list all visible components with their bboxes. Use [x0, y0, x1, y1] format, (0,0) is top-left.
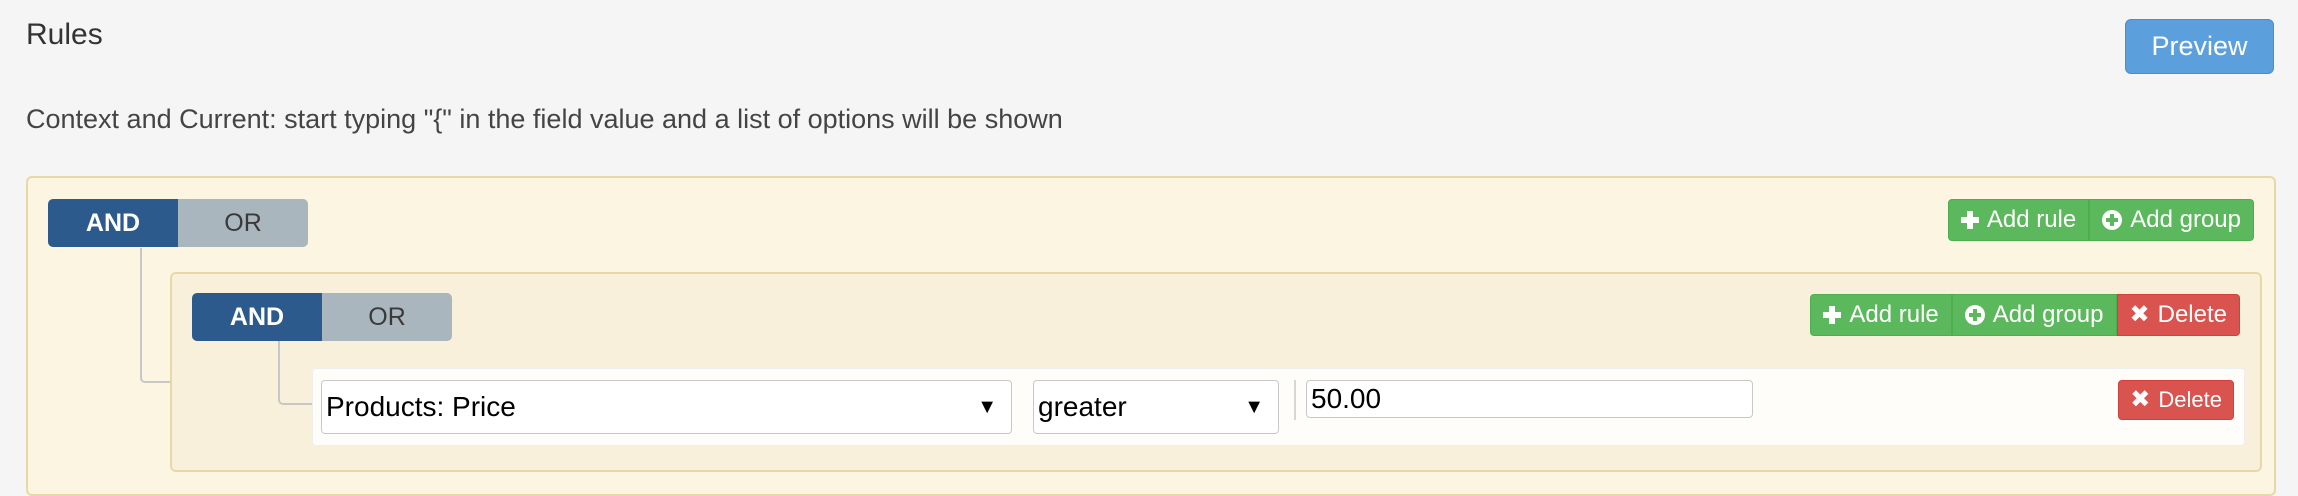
- root-actions: Add rule Add group: [1947, 199, 2254, 241]
- rule-field-value: Products: Price: [326, 391, 516, 422]
- rule-operator-select[interactable]: greater ▼: [1033, 380, 1279, 434]
- nested-or-button[interactable]: OR: [322, 293, 452, 341]
- nested-rule-group: AND OR Add rule Add group ✖ Delete Produ…: [170, 272, 2262, 472]
- root-and-button[interactable]: AND: [48, 199, 178, 247]
- page-title: Rules: [26, 18, 103, 51]
- nested-add-group-button[interactable]: Add group: [1951, 294, 2117, 336]
- root-add-rule-button[interactable]: Add rule: [1947, 199, 2090, 241]
- delete-label: Delete: [2158, 387, 2222, 412]
- plus-icon: [1823, 306, 1842, 324]
- preview-button[interactable]: Preview: [2125, 19, 2274, 74]
- close-icon: ✖: [2129, 301, 2150, 328]
- add-rule-label: Add rule: [1849, 301, 1939, 328]
- tree-connector: [278, 341, 312, 405]
- rule-value-input[interactable]: 50.00: [1306, 380, 1753, 418]
- nested-add-rule-button[interactable]: Add rule: [1810, 294, 1952, 336]
- rule-operator-value: greater: [1038, 391, 1127, 422]
- nested-actions: Add rule Add group ✖ Delete: [1810, 294, 2240, 336]
- nested-and-button[interactable]: AND: [192, 293, 322, 341]
- plus-circle-icon: [2102, 210, 2123, 230]
- rule-row: Products: Price ▼ greater ▼ 50.00 ✖ Dele…: [312, 368, 2245, 446]
- caret-down-icon: ▼: [977, 396, 997, 418]
- add-group-label: Add group: [2130, 206, 2241, 233]
- rule-delete-button[interactable]: ✖ Delete: [2118, 380, 2234, 420]
- add-group-label: Add group: [1992, 301, 2104, 328]
- nested-conjunction-toggle: AND OR: [192, 293, 452, 341]
- hint-text: Context and Current: start typing "{" in…: [26, 104, 1063, 134]
- root-or-button[interactable]: OR: [178, 199, 308, 247]
- plus-icon: [1960, 211, 1979, 229]
- tree-connector: [140, 248, 170, 383]
- rule-field-select[interactable]: Products: Price ▼: [321, 380, 1012, 434]
- add-rule-label: Add rule: [1986, 206, 2077, 233]
- nested-delete-group-button[interactable]: ✖ Delete: [2116, 294, 2240, 336]
- divider: [1294, 380, 1296, 420]
- root-rule-group: AND OR Add rule Add group AND OR Add rul…: [26, 176, 2276, 496]
- plus-circle-icon: [1964, 305, 1985, 325]
- root-conjunction-toggle: AND OR: [48, 199, 308, 247]
- delete-label: Delete: [2157, 301, 2227, 328]
- caret-down-icon: ▼: [1244, 396, 1264, 418]
- close-icon: ✖: [2130, 386, 2151, 413]
- root-add-group-button[interactable]: Add group: [2089, 199, 2254, 241]
